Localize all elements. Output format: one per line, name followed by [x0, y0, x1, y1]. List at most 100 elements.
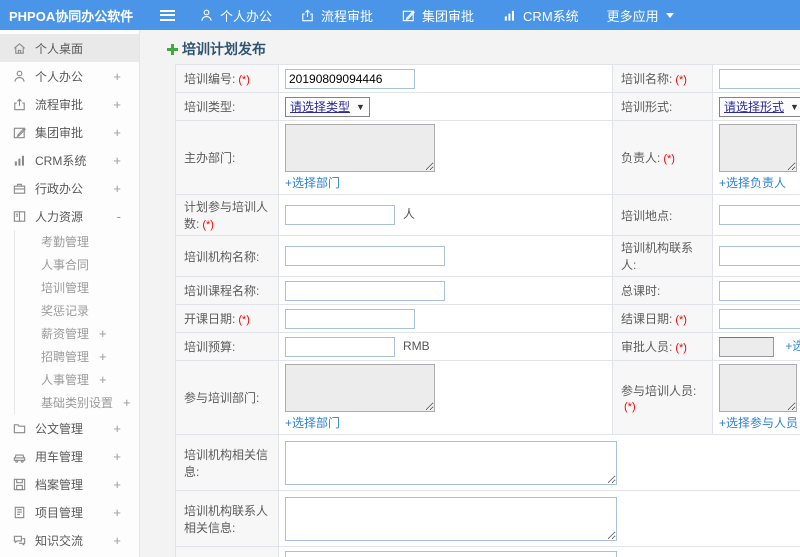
sidebar-item-personnel-mgmt[interactable]: 人事管理 +: [15, 368, 139, 391]
course-name-input[interactable]: [285, 280, 445, 301]
nav-workflow-approval[interactable]: 流程审批: [300, 6, 373, 25]
sidebar-item-archive-mgmt[interactable]: 档案管理 +: [0, 470, 139, 498]
upload-icon: [12, 97, 27, 112]
training-no-input[interactable]: [285, 68, 415, 89]
training-plan-form: 培训编号:(*) 培训名称:(*) 培训类型: 请选择类型 ▼ 培训形式: 请选…: [175, 64, 800, 557]
expand-toggle[interactable]: +: [111, 97, 121, 112]
sidebar-item-label: 培训管理: [41, 281, 90, 295]
chart-icon: [12, 153, 27, 168]
nav-personal-office[interactable]: 个人办公: [199, 6, 272, 25]
select-dept-link[interactable]: +选择部门: [285, 414, 606, 431]
form-row: 开课日期: (*) 结课日期: (*): [175, 304, 800, 333]
nav-label: 集团审批: [422, 8, 475, 24]
expand-toggle[interactable]: +: [111, 421, 121, 436]
sidebar-item-workflow-approval[interactable]: 流程审批 +: [0, 90, 139, 118]
leader-textarea[interactable]: [719, 124, 797, 172]
end-date-input[interactable]: [719, 308, 800, 329]
expand-toggle[interactable]: +: [111, 125, 121, 140]
sidebar-item-knowledge-exchange[interactable]: 知识交流 +: [0, 526, 139, 554]
field-label: 培训编号: (*): [175, 64, 279, 93]
expand-toggle[interactable]: +: [99, 372, 109, 387]
org-contact-info-textarea[interactable]: [285, 496, 617, 541]
field-label: 计划参与培训人数: (*): [175, 194, 279, 236]
org-name-input[interactable]: [285, 246, 445, 266]
training-form-select[interactable]: 请选择形式 ▼: [719, 96, 800, 117]
expand-toggle[interactable]: +: [111, 181, 121, 196]
upload-icon: [300, 8, 315, 23]
planned-count-input[interactable]: [285, 205, 395, 225]
required-marker: (*): [663, 153, 675, 165]
approver-box[interactable]: [719, 336, 774, 357]
caret-down-icon: ▼: [356, 101, 365, 112]
sidebar-item-label: 用车管理: [35, 449, 84, 464]
sidebar-item-hr[interactable]: 人力资源 -: [0, 202, 139, 230]
training-name-input[interactable]: [719, 68, 800, 89]
expand-toggle[interactable]: +: [111, 533, 121, 548]
total-hours-input[interactable]: [719, 280, 800, 301]
expand-toggle[interactable]: +: [99, 349, 109, 364]
select-participants-link[interactable]: +选择参与人员: [719, 414, 800, 431]
requirements-textarea[interactable]: [285, 550, 617, 557]
collapse-toggle[interactable]: -: [111, 209, 121, 224]
budget-input[interactable]: [285, 336, 395, 357]
select-dept-link[interactable]: +选择部门: [285, 174, 606, 191]
page-title: 培训计划发布: [167, 41, 800, 57]
expand-toggle[interactable]: +: [111, 477, 121, 492]
sidebar: 个人桌面 个人办公 + 流程审批 + 集团审批 + CRM系统 + 行政办公 +: [0, 30, 140, 557]
sidebar-item-personal-office[interactable]: 个人办公 +: [0, 62, 139, 90]
sidebar-item-group-approval[interactable]: 集团审批 +: [0, 118, 139, 146]
book-icon: [12, 209, 27, 224]
user-icon: [199, 8, 214, 23]
training-type-select[interactable]: 请选择类型 ▼: [285, 96, 370, 117]
sidebar-item-recruit-mgmt[interactable]: 招聘管理 +: [15, 345, 139, 368]
sidebar-item-salary-mgmt[interactable]: 薪资管理 +: [15, 322, 139, 345]
org-contact-input[interactable]: [719, 246, 800, 266]
start-date-input[interactable]: [285, 308, 415, 329]
form-row: 培训类型: 请选择类型 ▼ 培训形式: 请选择形式 ▼: [175, 92, 800, 121]
field-label: 培训机构联系人相关信息:: [175, 490, 279, 547]
nav-more-apps[interactable]: 更多应用: [607, 6, 674, 25]
expand-toggle[interactable]: +: [111, 153, 121, 168]
nav-label: 流程审批: [321, 8, 374, 24]
nav-group-approval[interactable]: 集团审批: [401, 6, 474, 25]
sidebar-item-admin-office[interactable]: 行政办公 +: [0, 174, 139, 202]
form-row: 培训课程名称: 总课时:: [175, 276, 800, 305]
form-row: 培训机构相关信息:: [175, 434, 800, 491]
sidebar-item-project-mgmt[interactable]: 项目管理 +: [0, 498, 139, 526]
required-marker: (*): [675, 314, 687, 326]
sidebar-item-label: 人事管理: [41, 373, 90, 387]
location-input[interactable]: [719, 205, 800, 225]
sidebar-item-label: 知识交流: [35, 533, 84, 548]
field-label: 负责人: (*): [612, 120, 713, 195]
sidebar-item-document-mgmt[interactable]: 公文管理 +: [0, 414, 139, 442]
field-label: 培训预算:: [175, 332, 279, 361]
sidebar-item-base-category-settings[interactable]: 基础类别设置 +: [15, 391, 139, 414]
sidebar-item-hr-contract[interactable]: 人事合同: [15, 253, 139, 276]
select-value: 请选择形式: [724, 100, 785, 114]
expand-toggle[interactable]: +: [99, 326, 109, 341]
select-approver-link[interactable]: +选择审批人员: [785, 339, 800, 353]
sidebar-item-attendance-mgmt[interactable]: 考勤管理: [15, 230, 139, 253]
expand-toggle[interactable]: +: [111, 505, 121, 520]
join-depts-textarea[interactable]: [285, 364, 435, 412]
expand-toggle[interactable]: +: [123, 395, 131, 410]
sidebar-item-personal-desktop[interactable]: 个人桌面: [0, 34, 139, 62]
menu-toggle-icon[interactable]: [160, 9, 175, 21]
sidebar-item-vehicle-mgmt[interactable]: 用车管理 +: [0, 442, 139, 470]
required-marker: (*): [202, 219, 214, 231]
journal-icon: [12, 505, 27, 520]
nav-label: CRM系统: [523, 8, 579, 24]
expand-toggle[interactable]: +: [111, 449, 121, 464]
sidebar-item-crm-system[interactable]: CRM系统 +: [0, 146, 139, 174]
org-info-textarea[interactable]: [285, 440, 617, 485]
sidebar-item-label: 个人桌面: [35, 41, 84, 56]
sidebar-item-label: 流程审批: [35, 97, 84, 112]
main-content: 培训计划发布 培训编号:(*) 培训名称:(*) 培训类型: 请选择类型 ▼ 培…: [140, 30, 800, 557]
expand-toggle[interactable]: +: [111, 69, 121, 84]
join-people-textarea[interactable]: [719, 364, 797, 412]
nav-crm-system[interactable]: CRM系统: [502, 6, 579, 25]
sidebar-item-reward-punish[interactable]: 奖惩记录: [15, 299, 139, 322]
sidebar-item-training-mgmt[interactable]: 培训管理: [15, 276, 139, 299]
select-leader-link[interactable]: +选择负责人: [719, 174, 800, 191]
host-dept-textarea[interactable]: [285, 124, 435, 172]
